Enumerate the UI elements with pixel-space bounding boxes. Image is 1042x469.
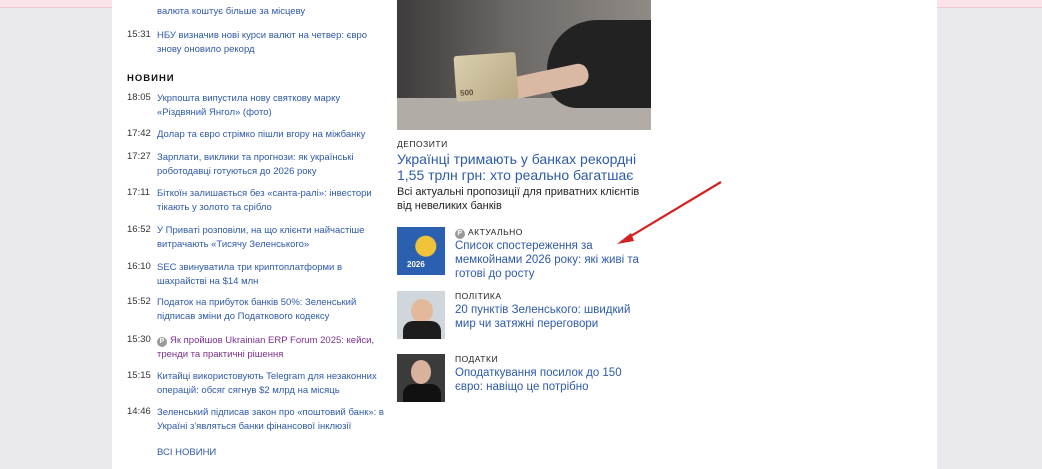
arrow-shaft	[625, 181, 722, 240]
arrow-head-icon	[617, 233, 634, 244]
red-arrow-annotation	[617, 181, 722, 244]
